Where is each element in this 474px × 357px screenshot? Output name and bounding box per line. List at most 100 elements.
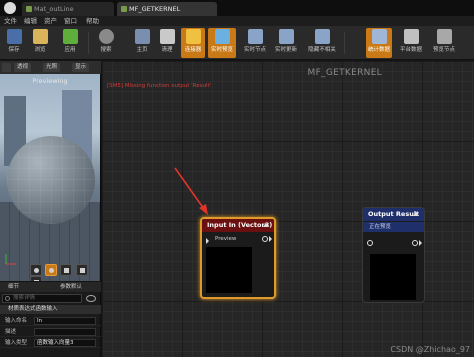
input-name-field[interactable]: In bbox=[34, 317, 96, 325]
custom-mesh-preview-button[interactable] bbox=[30, 276, 42, 281]
show-button[interactable]: 显示 bbox=[72, 63, 90, 72]
preview-shape-selector bbox=[30, 264, 100, 281]
live-nodes-button[interactable]: 实时节点 bbox=[241, 28, 269, 58]
graph-error-message: [SM5] Missing function output 'Result' bbox=[107, 83, 212, 89]
watermark: CSDN @Zhichao_97 bbox=[390, 345, 470, 354]
stats-button[interactable]: 统计数据 bbox=[366, 28, 392, 58]
previewing-label: Previewing bbox=[32, 77, 68, 85]
details-panel: 细节 参数默认 搜索详情 材质表达式函数输入 输入命名 In 描述 输入类型 函… bbox=[0, 282, 101, 357]
title-bar: Mat_outLine MF_GETKERNEL bbox=[0, 0, 474, 16]
sphere-icon bbox=[49, 268, 55, 273]
menu-assets[interactable]: 资产 bbox=[44, 16, 57, 26]
collapse-arrow-icon[interactable] bbox=[263, 223, 269, 227]
preview-sphere bbox=[7, 136, 95, 224]
material-icon bbox=[26, 6, 32, 12]
output-pin-arrow-icon bbox=[419, 240, 422, 246]
cylinder-icon bbox=[34, 268, 39, 273]
output-pin-arrow-icon bbox=[269, 236, 272, 242]
teapot-icon bbox=[34, 280, 39, 281]
perspective-button[interactable]: 透视 bbox=[14, 63, 32, 72]
axes-gizmo-icon bbox=[5, 254, 16, 265]
property-row-input-type: 输入类型 函数输入向量3 bbox=[0, 338, 101, 348]
preview-viewport-panel: 透视 光照 显示 Previewing bbox=[0, 61, 101, 281]
property-row-description: 描述 bbox=[0, 327, 101, 337]
tab-label: MF_GETKERNEL bbox=[129, 5, 181, 13]
browse-button[interactable]: 浏览 bbox=[28, 28, 52, 58]
live-nodes-icon bbox=[247, 29, 263, 44]
home-button[interactable]: 主页 bbox=[130, 28, 154, 58]
lighting-button[interactable]: 光照 bbox=[43, 63, 61, 72]
hide-unrelated-button[interactable]: 隐藏不相关 bbox=[305, 28, 339, 58]
more-chevron-divider bbox=[344, 32, 345, 54]
function-input-node[interactable]: Input In (Vector3) Preview bbox=[200, 217, 276, 299]
collapse-arrow-icon[interactable] bbox=[413, 212, 419, 216]
tab-parameter-defaults[interactable]: 参数默认 bbox=[60, 282, 82, 292]
preview-pin-label: Preview bbox=[215, 236, 237, 242]
plane-preview-button[interactable] bbox=[60, 264, 73, 276]
output-node-preview bbox=[370, 254, 416, 300]
preview-node-button[interactable]: 预览节点 bbox=[430, 28, 458, 58]
apply-button[interactable]: 应用 bbox=[58, 28, 82, 58]
property-label: 输入类型 bbox=[5, 340, 28, 346]
live-preview-button[interactable]: 实时预览 bbox=[208, 28, 236, 58]
search-icon bbox=[98, 29, 114, 44]
tab-details[interactable]: 细节 bbox=[8, 282, 19, 292]
graph-title: MF_GETKERNEL bbox=[307, 68, 382, 78]
live-update-button[interactable]: 实时更新 bbox=[272, 28, 300, 58]
menu-help[interactable]: 帮助 bbox=[86, 16, 99, 26]
tab-label: Mat_outLine bbox=[34, 5, 74, 13]
platform-stats-icon bbox=[403, 29, 419, 44]
material-graph-canvas[interactable]: MF_GETKERNEL [SM5] Missing function outp… bbox=[102, 61, 474, 357]
material-function-icon bbox=[121, 6, 127, 12]
property-label: 输入命名 bbox=[5, 318, 28, 324]
clean-button[interactable]: 清理 bbox=[155, 28, 179, 58]
details-section-header[interactable]: 材质表达式函数输入 bbox=[0, 305, 101, 314]
viewport-menu-icon[interactable] bbox=[2, 63, 11, 72]
browse-icon bbox=[32, 29, 48, 44]
menu-window[interactable]: 窗口 bbox=[64, 16, 77, 26]
property-row-input-name: 输入命名 In bbox=[0, 316, 101, 326]
tab-mat-outline[interactable]: Mat_outLine bbox=[22, 2, 114, 16]
output-node-title: Output Result bbox=[368, 210, 420, 218]
red-arrow-annotation bbox=[174, 167, 208, 215]
input-pin-icon[interactable] bbox=[367, 240, 373, 246]
details-tabs: 细节 参数默认 bbox=[0, 282, 101, 292]
input-node-preview bbox=[206, 247, 252, 293]
live-preview-icon bbox=[214, 29, 230, 44]
menu-edit[interactable]: 编辑 bbox=[24, 16, 37, 26]
platform-stats-button[interactable]: 平台数据 bbox=[397, 28, 425, 58]
output-node-header[interactable]: Output Result bbox=[363, 208, 424, 221]
connector-icon bbox=[185, 29, 201, 44]
clean-icon bbox=[159, 29, 175, 44]
cube-icon bbox=[79, 268, 85, 273]
apply-icon bbox=[62, 29, 78, 44]
function-output-node[interactable]: Output Result 正在预览 bbox=[362, 207, 425, 303]
output-node-status: 正在预览 bbox=[363, 222, 424, 232]
live-update-icon bbox=[278, 29, 294, 44]
eye-icon[interactable] bbox=[86, 295, 96, 302]
save-button[interactable]: 保存 bbox=[2, 28, 26, 58]
preview-viewport[interactable]: Previewing bbox=[0, 74, 100, 281]
cylinder-preview-button[interactable] bbox=[30, 264, 42, 276]
property-label: 描述 bbox=[5, 329, 17, 335]
description-field[interactable] bbox=[34, 328, 96, 336]
viewport-toolbar: 透视 光照 显示 bbox=[0, 61, 101, 74]
output-pin-icon[interactable] bbox=[412, 240, 418, 246]
home-icon bbox=[134, 29, 150, 44]
tab-mf-getkernel[interactable]: MF_GETKERNEL bbox=[117, 2, 217, 16]
details-search-input[interactable]: 搜索详情 bbox=[2, 294, 82, 303]
search-button[interactable]: 搜索 bbox=[94, 28, 118, 58]
connector-button[interactable]: 连接器 bbox=[181, 28, 205, 58]
search-icon bbox=[5, 296, 10, 301]
output-pin-icon[interactable] bbox=[262, 236, 268, 242]
unreal-logo-icon bbox=[4, 2, 16, 14]
details-search-placeholder: 搜索详情 bbox=[13, 295, 36, 301]
preview-node-icon bbox=[436, 29, 452, 44]
input-type-dropdown[interactable]: 函数输入向量3 bbox=[34, 339, 96, 347]
input-node-header[interactable]: Input In (Vector3) bbox=[202, 219, 274, 232]
menu-file[interactable]: 文件 bbox=[4, 16, 17, 26]
toolbar: 保存 浏览 应用 搜索 主页 清理 连接器 实时预览 实时节点 实时更新 隐藏不… bbox=[0, 26, 474, 60]
cube-preview-button[interactable] bbox=[75, 264, 88, 276]
save-icon bbox=[6, 29, 22, 44]
sphere-preview-button[interactable] bbox=[45, 264, 58, 276]
